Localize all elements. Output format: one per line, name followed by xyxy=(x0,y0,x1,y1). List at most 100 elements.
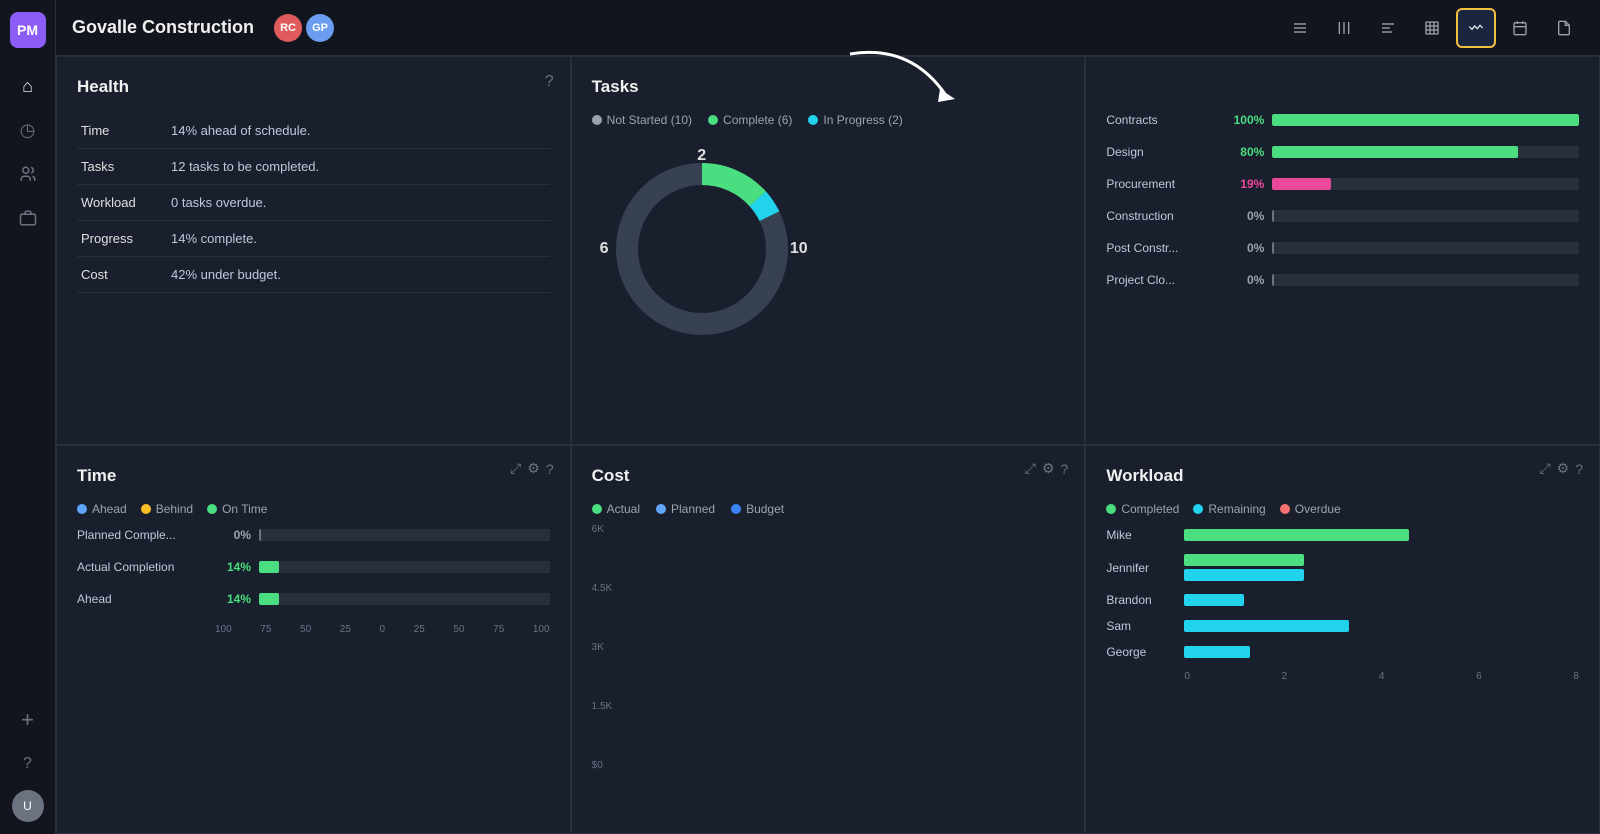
cost-settings-icon[interactable]: ⚙ xyxy=(1042,460,1055,477)
workload-expand-icon[interactable]: ⤢ xyxy=(1539,460,1550,477)
time-bar-label: Ahead xyxy=(77,592,207,606)
workload-legend-item: Remaining xyxy=(1193,502,1265,516)
legend-dot xyxy=(808,115,818,125)
cost-y-label: 4.5K xyxy=(592,583,628,594)
align-view-button[interactable] xyxy=(1368,8,1408,48)
workload-bar-row: Sam xyxy=(1106,619,1579,633)
cost-y-label: 3K xyxy=(592,642,628,653)
cost-legend-item: Planned xyxy=(656,502,715,516)
time-bar-pct: 14% xyxy=(215,592,251,606)
workload-bars-stack xyxy=(1184,529,1579,541)
cost-y-label: $0 xyxy=(592,760,628,771)
time-settings-icon[interactable]: ⚙ xyxy=(527,460,540,477)
workload-bar-row: George xyxy=(1106,645,1579,659)
sidebar-item-portfolio[interactable] xyxy=(10,200,46,236)
time-bar-row: Planned Comple... 0% xyxy=(77,528,550,542)
time-panel: Time ⤢ ⚙ ? AheadBehindOn Time Planned Co… xyxy=(56,445,571,834)
workload-completed-bar xyxy=(1184,554,1304,566)
health-label: Workload xyxy=(77,185,167,221)
sidebar-item-recent[interactable]: ◷ xyxy=(10,112,46,148)
app-logo[interactable]: PM xyxy=(10,12,46,48)
progress-bar-fill xyxy=(1272,178,1330,190)
donut-label-top: 2 xyxy=(697,147,706,165)
health-value: 0 tasks overdue. xyxy=(167,185,550,221)
time-axis-label: 100 xyxy=(215,624,232,635)
columns-view-button[interactable] xyxy=(1324,8,1364,48)
health-help-icon[interactable]: ? xyxy=(545,73,554,91)
progress-bar-fill xyxy=(1272,146,1517,158)
cost-help-icon[interactable]: ? xyxy=(1061,461,1069,477)
workload-axis-label: 6 xyxy=(1476,671,1482,682)
dashboard: Health ? Time14% ahead of schedule.Tasks… xyxy=(56,56,1600,834)
time-expand-icon[interactable]: ⤢ xyxy=(510,460,521,477)
progress-row: Design 80% xyxy=(1106,145,1579,159)
legend-dot xyxy=(207,504,217,514)
workload-axis-label: 8 xyxy=(1573,671,1579,682)
legend-dot xyxy=(1106,504,1116,514)
time-axis-label: 50 xyxy=(453,624,464,635)
workload-remaining-bar xyxy=(1184,620,1349,632)
legend-label: Complete (6) xyxy=(723,113,792,127)
workload-person-name: Sam xyxy=(1106,619,1176,633)
health-row: Cost42% under budget. xyxy=(77,257,550,293)
progress-bar-fill xyxy=(1272,114,1579,126)
time-axis-label: 25 xyxy=(414,624,425,635)
cost-controls: ⤢ ⚙ ? xyxy=(1025,460,1069,477)
doc-view-button[interactable] xyxy=(1544,8,1584,48)
progress-pct: 0% xyxy=(1224,241,1264,255)
sidebar-add-button[interactable]: + xyxy=(10,702,46,738)
workload-remaining-bar xyxy=(1184,569,1304,581)
time-bar-row: Ahead 14% xyxy=(77,592,550,606)
workload-completed-bar xyxy=(1184,529,1409,541)
avatar-rc[interactable]: RC xyxy=(274,14,302,42)
avatar-gp[interactable]: GP xyxy=(306,14,334,42)
workload-help-icon[interactable]: ? xyxy=(1575,461,1583,477)
progress-pct: 0% xyxy=(1224,209,1264,223)
sidebar-item-people[interactable] xyxy=(10,156,46,192)
workload-person-name: George xyxy=(1106,645,1176,659)
sidebar: PM ⌂ ◷ + ? U xyxy=(0,0,56,834)
cost-chart: $01.5K3K4.5K6K xyxy=(592,524,1065,771)
health-value: 12 tasks to be completed. xyxy=(167,149,550,185)
tasks-legend-item: Not Started (10) xyxy=(592,113,692,127)
workload-bars-stack xyxy=(1184,554,1579,581)
workload-bars-stack xyxy=(1184,646,1579,658)
time-axis-label: 75 xyxy=(493,624,504,635)
list-view-button[interactable] xyxy=(1280,8,1320,48)
health-row: Workload0 tasks overdue. xyxy=(77,185,550,221)
legend-dot xyxy=(656,504,666,514)
workload-remaining-bar xyxy=(1184,594,1244,606)
tasks-progress xyxy=(828,139,1065,359)
table-view-button[interactable] xyxy=(1412,8,1452,48)
time-legend: AheadBehindOn Time xyxy=(77,502,550,516)
cost-expand-icon[interactable]: ⤢ xyxy=(1025,460,1036,477)
h-bar-fill xyxy=(259,593,279,605)
workload-bar-row: Mike xyxy=(1106,528,1579,542)
cost-title: Cost xyxy=(592,466,1065,486)
time-bar-label: Planned Comple... xyxy=(77,528,207,542)
tasks-donut: 2 6 10 xyxy=(592,139,812,359)
time-help-icon[interactable]: ? xyxy=(546,461,554,477)
tasks-area: 2 6 10 xyxy=(592,139,1065,359)
gantt-view-button[interactable] xyxy=(1456,8,1496,48)
time-axis-label: 50 xyxy=(300,624,311,635)
workload-settings-icon[interactable]: ⚙ xyxy=(1557,460,1570,477)
progress-bar-track xyxy=(1272,210,1579,222)
health-panel: Health ? Time14% ahead of schedule.Tasks… xyxy=(56,56,571,445)
progress-bars-panel: Contracts 100% Design 80% Procurement 19… xyxy=(1085,56,1600,445)
progress-bar-track xyxy=(1272,178,1579,190)
avatar-group: RC GP xyxy=(274,14,334,42)
sidebar-help-icon[interactable]: ? xyxy=(10,746,46,782)
workload-bar-row: Jennifer xyxy=(1106,554,1579,581)
legend-dot xyxy=(1193,504,1203,514)
health-value: 14% complete. xyxy=(167,221,550,257)
calendar-view-button[interactable] xyxy=(1500,8,1540,48)
sidebar-avatar[interactable]: U xyxy=(12,790,44,822)
main-content: Govalle Construction RC GP xyxy=(56,0,1600,834)
cost-bars-area xyxy=(636,524,1065,771)
sidebar-item-home[interactable]: ⌂ xyxy=(10,68,46,104)
progress-pct: 0% xyxy=(1224,273,1264,287)
progress-label: Contracts xyxy=(1106,113,1216,127)
health-value: 14% ahead of schedule. xyxy=(167,113,550,149)
workload-axis-label: 0 xyxy=(1184,671,1190,682)
